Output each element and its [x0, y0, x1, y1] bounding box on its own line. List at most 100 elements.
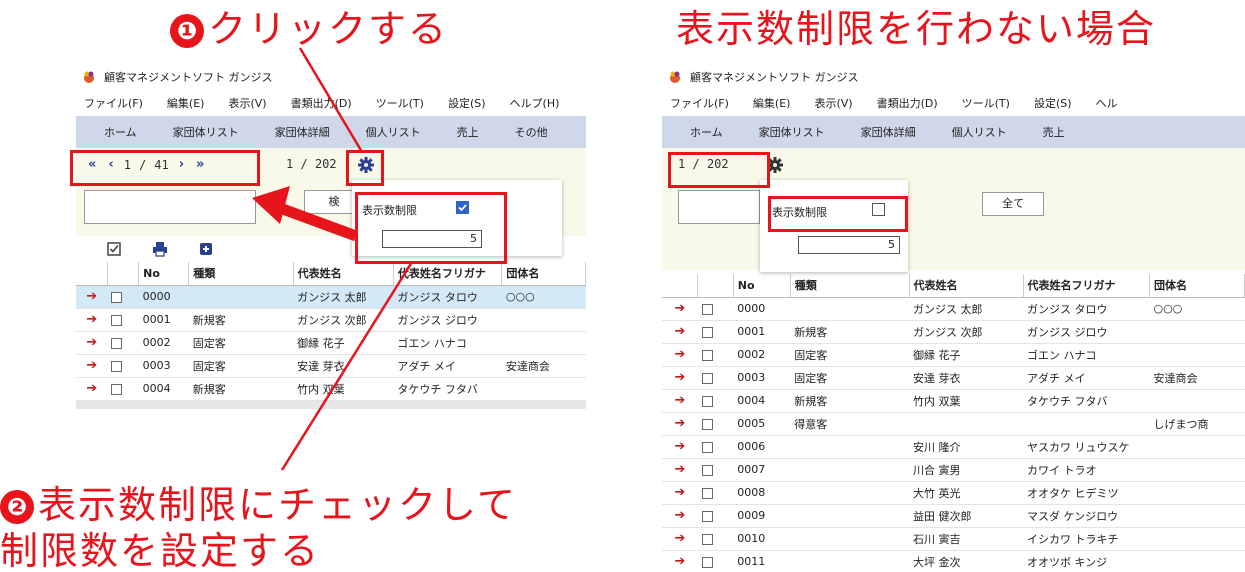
row-arrow-icon[interactable]: ➔ [76, 354, 108, 378]
next-page-button[interactable]: › [179, 157, 184, 172]
row-checkbox[interactable] [701, 533, 713, 545]
table-row[interactable]: ➔ 0003 固定客 安達 芽衣 アダチ メイ 安達商会 [76, 354, 586, 378]
row-arrow-icon[interactable]: ➔ [76, 377, 108, 401]
menu-item[interactable]: 表示(V) [228, 95, 266, 111]
check-all-icon[interactable] [106, 241, 122, 257]
col-header[interactable]: 代表姓名フリガナ [393, 262, 503, 286]
display-limit-input[interactable]: 5 [798, 236, 900, 254]
row-checkbox[interactable] [701, 510, 713, 522]
show-all-button[interactable]: 全て [982, 192, 1044, 216]
gear-icon[interactable] [357, 156, 375, 174]
menu-item[interactable]: ツール(T) [376, 95, 424, 111]
menu_right-item[interactable]: 設定(S) [1034, 95, 1072, 111]
row-arrow-icon[interactable]: ➔ [76, 308, 108, 332]
row-arrow-icon[interactable]: ➔ [662, 297, 698, 321]
table-row[interactable]: ➔ 0008 大竹 英光 オオタケ ヒデミツ [662, 481, 1245, 505]
table-row[interactable]: ➔ 0003 固定客 安達 芽衣 アダチ メイ 安達商会 [662, 366, 1245, 390]
row-checkbox[interactable] [701, 556, 713, 568]
row-arrow-icon[interactable]: ➔ [662, 481, 698, 505]
row-arrow-icon[interactable]: ➔ [76, 285, 108, 309]
display-limit-checkbox[interactable] [872, 203, 885, 216]
row-checkbox[interactable] [701, 441, 713, 453]
row-checkbox[interactable] [701, 487, 713, 499]
table-row[interactable]: ➔ 0005 得意客 しげまつ商 [662, 412, 1245, 436]
nav_right-item[interactable]: 家団体詳細 [861, 124, 916, 140]
table-row[interactable]: ➔ 0000 ガンジス 太郎 ガンジス タロウ ○○○ [76, 285, 586, 309]
row-checkbox[interactable] [701, 303, 713, 315]
nav-item[interactable]: 個人リスト [366, 124, 421, 140]
table-row[interactable]: ➔ 0006 安川 隆介 ヤスカワ リュウスケ [662, 435, 1245, 459]
col-header[interactable]: 団体名 [501, 262, 586, 286]
table-row[interactable]: ➔ 0002 固定客 御縁 花子 ゴエン ハナコ [662, 343, 1245, 367]
nav-item[interactable]: その他 [515, 124, 548, 140]
nav-item[interactable]: ホーム [104, 124, 137, 140]
menu_right-item[interactable]: ファイル(F) [670, 95, 729, 111]
col-header[interactable]: 種類 [188, 262, 294, 286]
row-arrow-icon[interactable]: ➔ [662, 435, 698, 459]
add-icon[interactable] [198, 241, 214, 257]
col-header[interactable]: 代表姓名 [293, 262, 394, 286]
row-arrow-icon[interactable]: ➔ [662, 504, 698, 528]
col-header[interactable]: No [138, 262, 190, 286]
row-checkbox[interactable] [701, 464, 713, 476]
col-header[interactable]: 種類 [790, 274, 910, 298]
table-row[interactable]: ➔ 0007 川合 寅男 カワイ トラオ [662, 458, 1245, 482]
row-checkbox[interactable] [111, 291, 123, 303]
gear-icon[interactable] [766, 156, 784, 174]
table-row[interactable]: ➔ 0002 固定客 御縁 花子 ゴエン ハナコ [76, 331, 586, 355]
col-header[interactable]: No [733, 274, 791, 298]
row-checkbox[interactable] [111, 360, 123, 372]
row-checkbox[interactable] [111, 383, 123, 395]
row-arrow-icon[interactable]: ➔ [662, 550, 698, 572]
menu_right-item[interactable]: 編集(E) [753, 95, 791, 111]
row-checkbox[interactable] [111, 337, 123, 349]
nav_right-item[interactable]: ホーム [690, 124, 723, 140]
menu_right-item[interactable]: 書類出力(D) [877, 95, 938, 111]
prev-page-button[interactable]: ‹ [108, 157, 113, 172]
menu-item[interactable]: 設定(S) [448, 95, 486, 111]
col-header[interactable]: 代表姓名フリガナ [1023, 274, 1150, 298]
nav-item[interactable]: 売上 [457, 124, 479, 140]
first-page-button[interactable]: « [88, 157, 96, 172]
print-icon[interactable] [152, 241, 168, 257]
table-row[interactable]: ➔ 0004 新規客 竹内 双葉 タケウチ フタバ [662, 389, 1245, 413]
row-checkbox[interactable] [701, 349, 713, 361]
menu_right-item[interactable]: ヘル [1096, 95, 1118, 111]
table-row[interactable]: ➔ 0001 新規客 ガンジス 次郎 ガンジス ジロウ [662, 320, 1245, 344]
row-checkbox[interactable] [701, 372, 713, 384]
table-row[interactable]: ➔ 0011 大坪 金次 オオツボ キンジ [662, 550, 1245, 572]
nav_right-item[interactable]: 個人リスト [952, 124, 1007, 140]
row-checkbox[interactable] [701, 395, 713, 407]
display-limit-input[interactable]: 5 [382, 230, 482, 248]
row-arrow-icon[interactable]: ➔ [76, 331, 108, 355]
row-arrow-icon[interactable]: ➔ [662, 412, 698, 436]
row-checkbox[interactable] [111, 314, 123, 326]
row-checkbox[interactable] [701, 326, 713, 338]
table-row[interactable]: ➔ 0004 新規客 竹内 双葉 タケウチ フタバ [76, 377, 586, 401]
display-limit-checkbox[interactable] [456, 201, 469, 214]
row-checkbox[interactable] [701, 418, 713, 430]
menu_right-item[interactable]: ツール(T) [962, 95, 1010, 111]
menu-item[interactable]: ヘルプ(H) [510, 95, 560, 111]
col-header[interactable]: 団体名 [1149, 274, 1245, 298]
table-row[interactable]: ➔ 0000 ガンジス 太郎 ガンジス タロウ ○○○ [662, 297, 1245, 321]
nav_right-item[interactable]: 家団体リスト [759, 124, 825, 140]
last-page-button[interactable]: » [196, 157, 204, 172]
search-input[interactable] [678, 190, 760, 224]
row-arrow-icon[interactable]: ➔ [662, 320, 698, 344]
row-arrow-icon[interactable]: ➔ [662, 343, 698, 367]
horizontal-scrollbar[interactable] [76, 400, 586, 409]
nav_right-item[interactable]: 売上 [1043, 124, 1065, 140]
row-arrow-icon[interactable]: ➔ [662, 458, 698, 482]
menu_right-item[interactable]: 表示(V) [814, 95, 852, 111]
row-arrow-icon[interactable]: ➔ [662, 366, 698, 390]
row-arrow-icon[interactable]: ➔ [662, 389, 698, 413]
nav-item[interactable]: 家団体詳細 [275, 124, 330, 140]
col-header[interactable]: 代表姓名 [909, 274, 1024, 298]
menu-item[interactable]: ファイル(F) [84, 95, 143, 111]
menu-item[interactable]: 編集(E) [167, 95, 205, 111]
table-row[interactable]: ➔ 0001 新規客 ガンジス 次郎 ガンジス ジロウ [76, 308, 586, 332]
nav-item[interactable]: 家団体リスト [173, 124, 239, 140]
table-row[interactable]: ➔ 0010 石川 寅吉 イシカワ トラキチ [662, 527, 1245, 551]
menu-item[interactable]: 書類出力(D) [291, 95, 352, 111]
